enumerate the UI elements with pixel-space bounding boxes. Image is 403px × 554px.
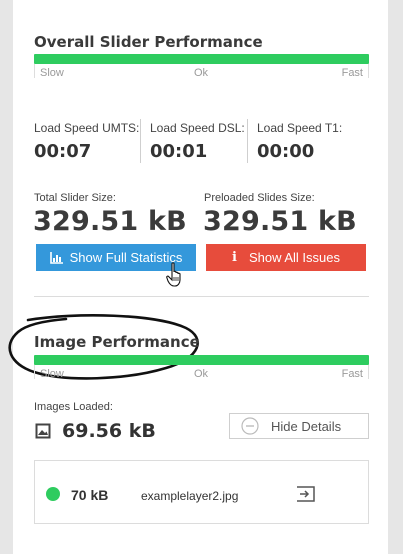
load-speed-umts-value: 00:07 <box>34 141 92 162</box>
file-card: 70 kB examplelayer2.jpg <box>34 460 369 524</box>
scale-fast-label: Fast <box>341 368 363 380</box>
image-icon <box>35 423 51 439</box>
total-size-value: 329.51 kB <box>33 206 187 237</box>
image-performance-title: Image Performance <box>34 333 200 351</box>
scale-slow-label: Slow <box>40 67 64 79</box>
show-all-issues-label: Show All Issues <box>248 250 340 265</box>
minus-circle-icon <box>241 417 259 435</box>
file-size: 70 kB <box>71 487 109 503</box>
performance-panel: Overall Slider Performance Slow Ok Fast … <box>8 0 388 554</box>
scale-ok-label: Ok <box>194 67 209 79</box>
overall-scale: Slow Ok Fast <box>34 64 369 79</box>
file-name: examplelayer2.jpg <box>141 489 239 503</box>
preloaded-size-label: Preloaded Slides Size: <box>204 192 315 204</box>
preloaded-size-value: 329.51 kB <box>203 206 357 237</box>
load-speed-dsl-value: 00:01 <box>150 141 208 162</box>
scale-slow-label: Slow <box>40 368 64 380</box>
bar-chart-icon <box>49 251 63 264</box>
hide-details-button[interactable]: Hide Details <box>229 413 369 439</box>
separator <box>140 119 141 163</box>
load-speed-dsl-label: Load Speed DSL: <box>150 121 245 135</box>
overall-performance-bar <box>34 54 369 64</box>
images-loaded-value: 69.56 kB <box>62 420 156 442</box>
separator <box>247 119 248 163</box>
load-speed-t1-label: Load Speed T1: <box>257 121 343 135</box>
image-performance-bar <box>34 355 369 365</box>
overall-title: Overall Slider Performance <box>34 33 263 51</box>
hand-cursor-icon <box>166 262 181 287</box>
info-icon: i <box>232 250 237 265</box>
load-speed-t1-value: 00:00 <box>257 141 315 162</box>
status-dot <box>46 487 60 501</box>
total-size-label: Total Slider Size: <box>34 192 116 204</box>
show-all-issues-button[interactable]: i Show All Issues <box>206 244 366 271</box>
hide-details-label: Hide Details <box>271 418 342 434</box>
image-scale: Slow Ok Fast <box>34 365 369 380</box>
scale-ok-label: Ok <box>194 368 209 380</box>
open-external-icon[interactable] <box>295 486 316 502</box>
load-speed-umts-label: Load Speed UMTS: <box>34 121 140 135</box>
scale-fast-label: Fast <box>341 67 363 79</box>
images-loaded-label: Images Loaded: <box>34 401 113 413</box>
section-divider <box>34 296 369 297</box>
